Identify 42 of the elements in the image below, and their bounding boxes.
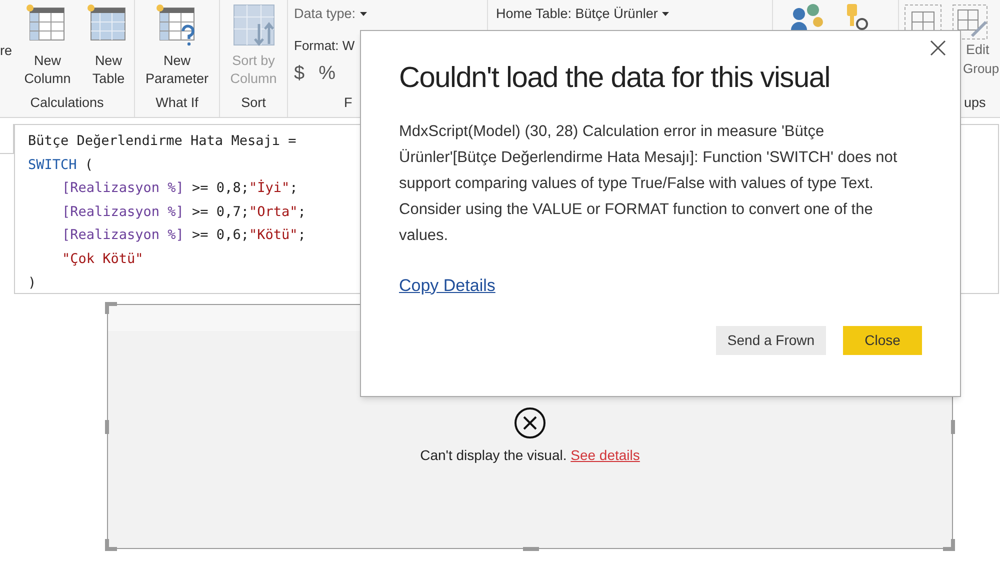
- resize-handle[interactable]: [943, 539, 955, 551]
- error-message: Can't display the visual. See details: [420, 446, 640, 465]
- error-circle-icon: [514, 407, 546, 439]
- key-magnifier-icon: [847, 4, 869, 30]
- group-label: Sort: [240, 94, 267, 112]
- dialog-title: Couldn't load the data for this visual: [399, 61, 831, 96]
- caret-icon: [662, 12, 669, 16]
- resize-handle[interactable]: [523, 547, 539, 551]
- code-line: SWITCH (: [28, 156, 94, 175]
- percent-button[interactable]: %: [318, 60, 336, 88]
- copy-details-link[interactable]: Copy Details: [399, 272, 496, 298]
- currency-button[interactable]: $: [294, 60, 305, 88]
- ribbon-button[interactable]: New Column: [16, 4, 79, 88]
- people-icon: [791, 4, 825, 30]
- ribbon-button[interactable]: New Parameter: [138, 4, 216, 88]
- caret-icon: [360, 12, 367, 16]
- ribbon-button-label[interactable]: re: [0, 40, 12, 61]
- home-table-dropdown[interactable]: Home Table: Bütçe Ürünler: [496, 4, 669, 24]
- see-details-link[interactable]: See details: [570, 447, 640, 463]
- code-line: ): [28, 274, 36, 293]
- close-icon[interactable]: [929, 39, 947, 57]
- table-arrows-icon: [232, 4, 274, 46]
- group-label: F: [344, 94, 352, 112]
- ribbon-button[interactable]: New Table: [82, 4, 134, 88]
- group-label: ups: [963, 94, 986, 112]
- resize-handle[interactable]: [951, 420, 955, 434]
- resize-handle[interactable]: [105, 302, 117, 314]
- code-line: "Çok Kötü": [62, 250, 144, 269]
- code-line: [Realizasyon %] >= 0,6;"Kötü";: [62, 226, 306, 246]
- code-line: Bütçe Değerlendirme Hata Mesajı =: [28, 132, 296, 151]
- data-type-dropdown[interactable]: Data type:: [294, 4, 367, 24]
- resize-handle[interactable]: [105, 539, 117, 551]
- format-dropdown[interactable]: Format: W: [294, 36, 355, 56]
- send-frown-button[interactable]: Send a Frown: [716, 326, 826, 355]
- group-label: What If: [154, 94, 200, 112]
- code-line: [Realizasyon %] >= 0,8;"İyi";: [62, 178, 298, 198]
- resize-handle[interactable]: [105, 420, 109, 434]
- group-label: Calculations: [29, 94, 105, 112]
- edit-groups-button[interactable]: Edit Group: [952, 4, 1000, 78]
- error-details: MdxScript(Model) (30, 28) Calculation error in measure 'Bütçe Ürünler'[Bütçe Değerlendirme Hata Mesajı]: Function 'SWITCH' does not support comparing values of type True/False with values of type Text. Consider using the VALUE or FORMAT function to convert one of the values.: [399, 122, 898, 246]
- code-line: [Realizasyon %] >= 0,7;"Orta";: [62, 202, 306, 222]
- close-button[interactable]: Close: [843, 326, 922, 355]
